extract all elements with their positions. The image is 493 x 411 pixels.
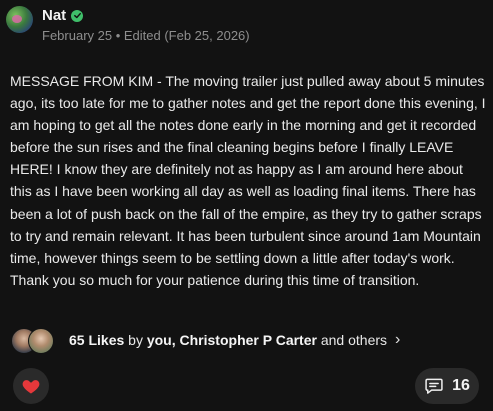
verified-icon	[71, 9, 84, 22]
author-name[interactable]: Nat	[42, 7, 66, 24]
comment-button[interactable]: 16	[415, 368, 479, 404]
likes-others: and others	[320, 332, 388, 348]
likes-summary[interactable]: 65 Likes by you, Christopher P Carter an…	[11, 327, 400, 354]
heart-icon	[22, 380, 40, 394]
liker-avatars	[11, 327, 55, 354]
like-button[interactable]	[13, 368, 49, 404]
comment-icon	[425, 378, 443, 394]
likes-by: by	[128, 332, 143, 348]
comment-count: 16	[452, 377, 470, 394]
post-header: Nat February 25 • Edited (Feb 25, 2026)	[6, 6, 250, 43]
author-avatar[interactable]	[6, 6, 33, 33]
post-body: MESSAGE FROM KIM - The moving trailer ju…	[10, 73, 486, 288]
post-date: February 25 • Edited (Feb 25, 2026)	[42, 28, 250, 43]
likes-text: 65 Likes by you, Christopher P Carter an…	[69, 332, 387, 348]
author-name-row: Nat	[42, 7, 250, 24]
liker-avatar	[28, 328, 54, 354]
chevron-right-icon[interactable]: ›	[395, 331, 400, 349]
author-meta: Nat February 25 • Edited (Feb 25, 2026)	[42, 6, 250, 43]
likes-names: you, Christopher P Carter	[146, 332, 317, 348]
likes-count: 65 Likes	[69, 332, 125, 348]
